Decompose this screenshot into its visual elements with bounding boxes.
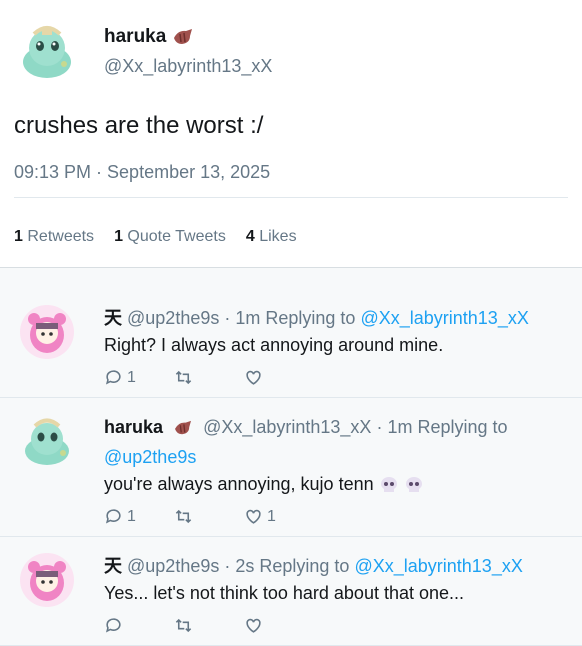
main-tweet-header: haruka @Xx_labyrinth13_xX [14, 18, 568, 84]
like-action[interactable] [244, 616, 314, 635]
likes-count: 4 [245, 228, 255, 245]
comment-icon [105, 618, 121, 633]
reply-actions: 1 [104, 368, 568, 387]
retweet-icon [175, 509, 192, 524]
replying-to-link[interactable]: @Xx_labyrinth13_xX [360, 308, 528, 328]
reply-time[interactable]: 1m [387, 417, 412, 437]
tweet-text: crushes are the worst :/ [14, 112, 264, 139]
replying-to-link[interactable]: @Xx_labyrinth13_xX [354, 556, 522, 576]
avatar[interactable] [18, 412, 76, 470]
reply-header: 天 @up2the9s · 1m Replying to @Xx_labyrin… [104, 308, 529, 328]
replying-label: Replying to [265, 308, 356, 328]
reply-actions [104, 616, 568, 635]
reply-time[interactable]: 1m [235, 308, 260, 328]
reply-item[interactable]: 天 @up2the9s · 1m Replying to @Xx_labyrin… [0, 289, 582, 398]
reply-actions: 1 1 [104, 507, 568, 526]
reply-text: Yes... let's not think too hard about th… [104, 583, 465, 603]
replying-label: Replying to [417, 417, 508, 437]
comment-icon [105, 370, 121, 385]
reply-body: 天 @up2the9s · 2s Replying to @Xx_labyrin… [104, 551, 568, 635]
skull-icon [380, 477, 397, 493]
quotes-stat[interactable]: 1 Quote Tweets [114, 228, 226, 246]
quotes-count: 1 [114, 228, 123, 245]
reply-author-handle[interactable]: @up2the9s [127, 308, 219, 328]
reply-item[interactable]: haruka @Xx_labyrinth13_xX · 1m Replying … [0, 398, 582, 537]
reply-text-content: you're always annoying, kujo tenn [104, 474, 374, 494]
divider [14, 197, 568, 198]
heart-icon [246, 509, 261, 524]
reply-author-name[interactable]: 天 [104, 308, 122, 328]
reply-body: 天 @up2the9s · 1m Replying to @Xx_labyrin… [104, 303, 568, 387]
reply-author-handle[interactable]: @up2the9s [127, 556, 219, 576]
section-divider [0, 267, 582, 289]
retweets-label: Retweets [27, 228, 95, 245]
retweet-icon [175, 370, 192, 385]
main-tweet-names: haruka @Xx_labyrinth13_xX [104, 26, 272, 77]
skull-icon [405, 477, 422, 493]
reply-header: haruka @Xx_labyrinth13_xX · 1m Replying … [104, 417, 508, 467]
display-name[interactable]: haruka [104, 26, 272, 48]
tweet-stats: 1 Retweets 1 Quote Tweets 4 Likes [14, 228, 568, 246]
reply-action[interactable]: 1 [104, 368, 174, 387]
retweet-action[interactable] [174, 507, 244, 526]
likes-label: Likes [259, 228, 297, 245]
tweet-timestamp[interactable]: 09:13 PM · September 13, 2025 [14, 162, 568, 183]
reply-text: you're always annoying, kujo tenn [104, 474, 568, 495]
replying-to-link[interactable]: @up2the9s [104, 447, 196, 467]
main-tweet: haruka @Xx_labyrinth13_xX crushes are th… [0, 0, 582, 267]
horn-icon [174, 28, 193, 44]
reply-item[interactable]: 天 @up2the9s · 2s Replying to @Xx_labyrin… [0, 537, 582, 646]
reply-author-handle[interactable]: @Xx_labyrinth13_xX [203, 417, 371, 437]
retweets-count: 1 [14, 228, 23, 245]
reply-time[interactable]: 2s [235, 556, 254, 576]
reply-text: Right? I always act annoying around mine… [104, 335, 444, 355]
horn-icon [175, 421, 192, 435]
avatar[interactable] [18, 303, 76, 361]
retweet-action[interactable] [174, 368, 244, 387]
heart-icon [246, 370, 261, 385]
heart-icon [246, 618, 261, 633]
reply-author-name[interactable]: haruka [104, 417, 163, 437]
reply-count: 1 [127, 368, 136, 386]
reply-header: 天 @up2the9s · 2s Replying to @Xx_labyrin… [104, 556, 523, 576]
avatar[interactable] [18, 551, 76, 609]
handle[interactable]: @Xx_labyrinth13_xX [104, 56, 272, 77]
like-count: 1 [267, 507, 276, 525]
reply-body: haruka @Xx_labyrinth13_xX · 1m Replying … [104, 412, 568, 526]
likes-stat[interactable]: 4 Likes [246, 228, 297, 246]
like-action[interactable]: 1 [244, 507, 314, 526]
reply-count: 1 [127, 507, 136, 525]
avatar[interactable] [14, 18, 80, 84]
retweet-action[interactable] [174, 616, 244, 635]
quotes-label: Quote Tweets [127, 228, 226, 245]
retweets-stat[interactable]: 1 Retweets [14, 228, 94, 246]
reply-author-name[interactable]: 天 [104, 556, 122, 576]
comment-icon [105, 509, 121, 524]
retweet-icon [175, 618, 192, 633]
display-name-text: haruka [104, 25, 167, 47]
like-action[interactable] [244, 368, 314, 387]
replying-label: Replying to [259, 556, 350, 576]
reply-action[interactable] [104, 616, 174, 635]
reply-action[interactable]: 1 [104, 507, 174, 526]
